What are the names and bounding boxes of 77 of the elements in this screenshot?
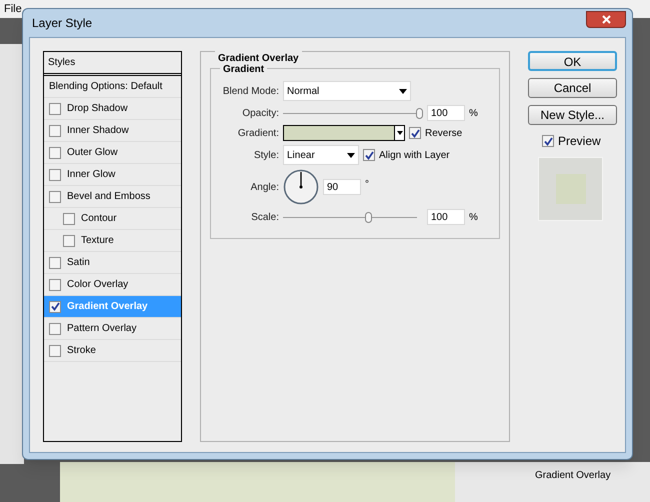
checkbox[interactable] [49, 300, 61, 312]
style-list-item[interactable]: Stroke [44, 340, 181, 362]
style-label: Inner Shadow [67, 124, 129, 138]
caret-icon [399, 88, 407, 94]
field-label: Gradient: [236, 126, 279, 140]
style-label: Texture [81, 234, 114, 248]
checkbox[interactable] [409, 127, 421, 139]
style-list-item[interactable]: Pattern Overlay [44, 318, 181, 340]
style-list-item[interactable]: Inner Shadow [44, 120, 181, 142]
style-list-item[interactable]: Texture [44, 230, 181, 252]
checkmark-icon [410, 128, 420, 138]
style-label: Gradient Overlay [67, 300, 148, 314]
checkbox[interactable] [63, 234, 75, 246]
dialog-button[interactable]: Cancel [528, 78, 617, 98]
style-label: Outer Glow [67, 146, 118, 160]
style-label: Contour [81, 212, 117, 226]
caret-icon [396, 131, 402, 135]
style-label: Stroke [67, 344, 96, 358]
slider-thumb[interactable] [416, 108, 423, 118]
angle-dial[interactable] [283, 169, 319, 205]
checkbox[interactable] [49, 344, 61, 356]
style-list-item[interactable]: Bevel and Emboss [44, 186, 181, 208]
gradient-picker[interactable] [283, 125, 405, 141]
style-list-item[interactable]: Inner Glow [44, 164, 181, 186]
style-label: Color Overlay [67, 278, 128, 292]
style-label: Pattern Overlay [67, 322, 136, 336]
checkbox[interactable] [49, 322, 61, 334]
field-label: Style: [252, 148, 279, 162]
checkbox[interactable] [542, 135, 554, 147]
style-label: Inner Glow [67, 168, 116, 182]
style-label: Bevel and Emboss [67, 190, 150, 204]
checkbox[interactable] [49, 256, 61, 268]
window-title: Layer Style [32, 15, 92, 32]
checkmark-icon [544, 136, 552, 146]
dialog-button[interactable]: OK [528, 51, 617, 71]
styles-header: Styles [44, 52, 181, 76]
checkbox[interactable] [49, 190, 61, 202]
slider-thumb[interactable] [365, 212, 372, 222]
dropdown[interactable]: Normal [283, 81, 411, 101]
menu-item[interactable]: File [4, 0, 22, 18]
checkbox-label: Preview [558, 133, 601, 150]
close-button[interactable] [586, 10, 626, 28]
style-list-item[interactable]: Drop Shadow [44, 98, 181, 120]
unit-label: ° [365, 178, 369, 192]
style-list-item[interactable]: Blending Options: Default [44, 76, 181, 98]
style-label: Blending Options: Default [49, 80, 162, 94]
dialog-button[interactable]: New Style... [528, 105, 617, 125]
checkbox[interactable] [49, 168, 61, 180]
checkbox-label: Align with Layer [379, 148, 450, 162]
unit-label: % [469, 210, 478, 224]
field-label: Opacity: [241, 106, 279, 120]
caret-icon [347, 152, 355, 158]
style-label: Drop Shadow [67, 102, 128, 116]
number-field[interactable]: 100 [427, 209, 465, 225]
style-list-item[interactable]: Satin [44, 252, 181, 274]
style-label: Satin [67, 256, 90, 270]
checkbox[interactable] [49, 146, 61, 158]
field-label: Scale: [250, 210, 279, 224]
number-field[interactable]: 100 [427, 105, 465, 121]
field-label: Blend Mode: [222, 84, 279, 98]
checkbox[interactable] [49, 124, 61, 136]
checkbox[interactable] [363, 149, 375, 161]
style-list-item[interactable]: Outer Glow [44, 142, 181, 164]
dropdown[interactable]: Linear [283, 145, 359, 165]
field-label: Angle: [250, 180, 279, 194]
close-icon [602, 14, 610, 24]
unit-label: % [469, 106, 478, 120]
checkbox[interactable] [49, 278, 61, 290]
style-list-item[interactable]: Contour [44, 208, 181, 230]
checkbox-label: Reverse [425, 126, 462, 140]
checkmark-icon [50, 302, 60, 311]
number-field[interactable]: 90 [323, 179, 361, 195]
checkbox[interactable] [63, 212, 75, 224]
slider[interactable] [283, 107, 423, 119]
checkmark-icon [364, 150, 374, 160]
checkbox[interactable] [49, 102, 61, 114]
layer-effect-label: Gradient Overlay [535, 469, 611, 483]
